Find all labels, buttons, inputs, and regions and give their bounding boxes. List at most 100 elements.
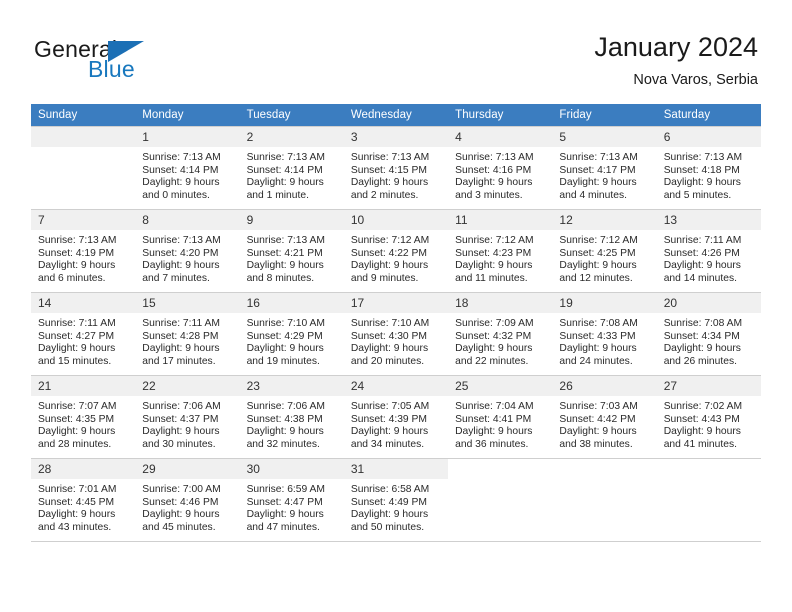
day-detail-line: Sunrise: 7:13 AM [559,152,638,163]
calendar-day-inner: 18 Sunrise: 7:09 AM Sunset: 4:32 PM Dayligh… [448,293,553,375]
day-detail-line: and 8 minutes. [246,272,315,284]
day-details: Sunrise: 7:13 AM Sunset: 4:19 PM Daylight:… [31,230,135,285]
page-header: General Blue January 2024 Nova Varos, Se… [0,0,792,100]
calendar-week-row: 1 Sunrise: 7:13 AM Sunset: 4:14 PM Daylight… [31,126,761,210]
calendar-day-cell[interactable]: 21 Sunrise: 7:07 AM Sunset: 4:35 PM Dayligh… [31,375,136,459]
day-detail-line: Sunset: 4:41 PM [455,413,532,425]
day-number: 4 [448,127,553,147]
day-detail-line: Daylight: 9 hours [38,260,116,272]
calendar-day-cell[interactable]: 11 Sunrise: 7:12 AM Sunset: 4:23 PM Dayligh… [448,209,553,293]
calendar-day-cell[interactable]: 23 Sunrise: 7:06 AM Sunset: 4:38 PM Dayligh… [239,375,344,459]
calendar-day-cell[interactable]: 16 Sunrise: 7:10 AM Sunset: 4:29 PM Dayligh… [239,292,344,376]
calendar-day-cell[interactable]: 3 Sunrise: 7:13 AM Sunset: 4:15 PM Daylight… [343,126,449,210]
day-details: Sunrise: 7:00 AM Sunset: 4:46 PM Daylight:… [135,479,239,534]
calendar-day-cell[interactable]: 20 Sunrise: 7:08 AM Sunset: 4:34 PM Dayligh… [656,292,761,376]
day-detail-line: Daylight: 9 hours [455,343,533,355]
calendar-day-inner: 17 Sunrise: 7:10 AM Sunset: 4:30 PM Dayligh… [343,293,449,375]
day-number [656,459,761,479]
calendar-day-cell[interactable]: 5 Sunrise: 7:13 AM Sunset: 4:17 PM Daylight… [552,126,657,210]
day-detail-line: and 5 minutes. [663,189,732,201]
calendar-day-cell[interactable]: 17 Sunrise: 7:10 AM Sunset: 4:30 PM Dayligh… [343,292,449,376]
calendar-day-cell[interactable]: 30 Sunrise: 6:59 AM Sunset: 4:47 PM Dayligh… [239,458,344,542]
calendar-day-cell[interactable]: 24 Sunrise: 7:05 AM Sunset: 4:39 PM Dayligh… [343,375,449,459]
day-detail-line: Sunset: 4:35 PM [38,413,115,425]
day-details: Sunrise: 7:13 AM Sunset: 4:14 PM Daylight:… [240,147,344,202]
calendar-day-cell[interactable]: 18 Sunrise: 7:09 AM Sunset: 4:32 PM Dayligh… [448,292,553,376]
day-number: 10 [343,210,449,230]
day-number: 15 [135,293,240,313]
day-detail-line: Sunset: 4:23 PM [455,247,532,259]
calendar-day-cell[interactable]: 27 Sunrise: 7:02 AM Sunset: 4:43 PM Dayligh… [656,375,761,459]
day-number: 21 [31,376,136,396]
calendar-day-cell[interactable]: 13 Sunrise: 7:11 AM Sunset: 4:26 PM Dayligh… [656,209,761,293]
calendar-day-cell[interactable]: 10 Sunrise: 7:12 AM Sunset: 4:22 PM Dayligh… [343,209,449,293]
calendar-day-cell[interactable]: 29 Sunrise: 7:00 AM Sunset: 4:46 PM Dayligh… [135,458,240,542]
calendar-day-cell[interactable]: 1 Sunrise: 7:13 AM Sunset: 4:14 PM Daylight… [135,126,240,210]
day-detail-line: Sunrise: 7:13 AM [663,152,743,163]
calendar-day-inner [656,459,761,541]
day-details [448,479,552,484]
day-detail-line: and 36 minutes. [455,438,529,450]
day-detail-line: Daylight: 9 hours [246,260,324,272]
calendar-head: Sunday Monday Tuesday Wednesday Thursday Frid… [31,104,761,127]
day-details: Sunrise: 7:07 AM Sunset: 4:35 PM Daylight:… [31,396,135,451]
day-detail-line: Daylight: 9 hours [455,426,533,438]
day-detail-line: Sunset: 4:21 PM [246,247,323,259]
calendar-day-cell[interactable]: 14 Sunrise: 7:11 AM Sunset: 4:27 PM Dayligh… [31,292,136,376]
day-number: 18 [448,293,553,313]
day-number: 22 [135,376,240,396]
day-details: Sunrise: 7:05 AM Sunset: 4:39 PM Daylight:… [344,396,448,451]
calendar-day-cell[interactable]: 26 Sunrise: 7:03 AM Sunset: 4:42 PM Dayligh… [552,375,657,459]
day-number: 2 [239,127,344,147]
calendar-day-cell[interactable]: 12 Sunrise: 7:12 AM Sunset: 4:25 PM Dayligh… [552,209,657,293]
weekday-header-sunday: Sunday [31,104,136,127]
calendar-day-inner: 10 Sunrise: 7:12 AM Sunset: 4:22 PM Dayligh… [343,210,449,292]
day-detail-line: Sunset: 4:28 PM [142,330,219,342]
day-detail-line: Sunrise: 6:59 AM [246,484,325,495]
day-number: 25 [448,376,553,396]
calendar-day-inner: 19 Sunrise: 7:08 AM Sunset: 4:33 PM Dayligh… [552,293,657,375]
day-detail-line: and 1 minute. [246,189,309,201]
calendar-day-cell[interactable]: 22 Sunrise: 7:06 AM Sunset: 4:37 PM Dayligh… [135,375,240,459]
calendar-day-inner: 9 Sunrise: 7:13 AM Sunset: 4:21 PM Daylight… [239,210,344,292]
day-detail-line: and 14 minutes. [663,272,737,284]
day-details: Sunrise: 7:10 AM Sunset: 4:29 PM Daylight:… [240,313,344,368]
calendar-day-cell[interactable]: 19 Sunrise: 7:08 AM Sunset: 4:33 PM Dayligh… [552,292,657,376]
day-detail-line: Sunrise: 7:13 AM [38,235,117,246]
day-detail-line: and 43 minutes. [38,521,112,533]
calendar-day-cell[interactable]: 31 Sunrise: 6:58 AM Sunset: 4:49 PM Dayligh… [343,458,449,542]
day-number: 20 [656,293,761,313]
day-details: Sunrise: 7:13 AM Sunset: 4:15 PM Daylight:… [344,147,448,202]
day-detail-line: Daylight: 9 hours [142,260,220,272]
day-details: Sunrise: 7:11 AM Sunset: 4:28 PM Daylight:… [135,313,239,368]
day-detail-line: Sunrise: 7:10 AM [350,318,430,329]
weekday-header-saturday: Saturday [656,104,761,127]
calendar-day-cell[interactable]: 9 Sunrise: 7:13 AM Sunset: 4:21 PM Daylight… [239,209,344,293]
calendar-day-cell[interactable]: 28 Sunrise: 7:01 AM Sunset: 4:45 PM Dayligh… [31,458,136,542]
calendar-day-cell[interactable]: 4 Sunrise: 7:13 AM Sunset: 4:16 PM Daylight… [448,126,553,210]
calendar-day-cell[interactable]: 8 Sunrise: 7:13 AM Sunset: 4:20 PM Daylight… [135,209,240,293]
calendar-day-cell[interactable]: 7 Sunrise: 7:13 AM Sunset: 4:19 PM Daylight… [31,209,136,293]
day-detail-line: Sunset: 4:39 PM [350,413,427,425]
day-detail-line: and 47 minutes. [246,521,320,533]
weekday-header-friday: Friday [552,104,657,127]
calendar-day-inner: 24 Sunrise: 7:05 AM Sunset: 4:39 PM Dayligh… [343,376,449,458]
calendar-container: Sunday Monday Tuesday Wednesday Thursday Frid… [31,104,761,542]
day-detail-line: and 4 minutes. [559,189,627,201]
day-detail-line: Sunrise: 7:10 AM [246,318,325,329]
calendar-day-cell[interactable]: 25 Sunrise: 7:04 AM Sunset: 4:41 PM Dayligh… [448,375,553,459]
day-detail-line: Daylight: 9 hours [663,343,741,355]
day-detail-line: Sunrise: 7:11 AM [38,318,116,329]
day-detail-line: Sunrise: 7:13 AM [246,235,325,246]
day-details: Sunrise: 6:59 AM Sunset: 4:47 PM Daylight:… [240,479,344,534]
calendar-day-cell[interactable]: 6 Sunrise: 7:13 AM Sunset: 4:18 PM Daylight… [656,126,761,210]
day-detail-line: Sunrise: 7:00 AM [142,484,221,495]
day-detail-line: Daylight: 9 hours [350,343,429,355]
calendar-day-cell[interactable]: 2 Sunrise: 7:13 AM Sunset: 4:14 PM Daylight… [239,126,344,210]
day-detail-line: Sunrise: 7:08 AM [663,318,743,329]
day-details: Sunrise: 7:01 AM Sunset: 4:45 PM Daylight:… [31,479,135,534]
day-detail-line: Sunset: 4:45 PM [38,496,115,508]
calendar-day-cell[interactable]: 15 Sunrise: 7:11 AM Sunset: 4:28 PM Dayligh… [135,292,240,376]
day-detail-line: Daylight: 9 hours [142,426,220,438]
day-number: 3 [343,127,449,147]
